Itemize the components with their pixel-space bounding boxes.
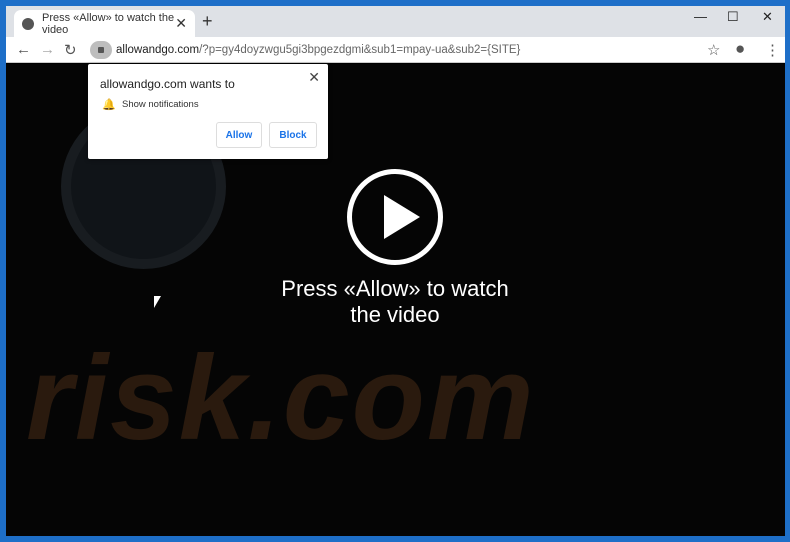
star-icon[interactable]: ☆: [707, 41, 720, 59]
allow-button[interactable]: Allow: [216, 122, 262, 148]
forward-button[interactable]: →: [40, 41, 55, 58]
popup-title: allowandgo.com wants to: [100, 77, 235, 91]
minimize-button[interactable]: —: [694, 9, 707, 24]
close-window-button[interactable]: ✕: [762, 9, 773, 25]
tab-close-icon[interactable]: ✕: [175, 15, 187, 32]
play-icon[interactable]: [347, 169, 443, 265]
lock-icon[interactable]: [90, 41, 112, 59]
bell-icon: 🔔: [102, 99, 116, 111]
reload-button[interactable]: ↻: [64, 41, 77, 59]
permission-label: Show notifications: [122, 99, 199, 110]
url-path: /?p=gy4doyzwgu5gi3bpgezdgmi&sub1=mpay-ua…: [199, 44, 521, 56]
popup-close-icon[interactable]: ✕: [308, 69, 320, 86]
address-bar[interactable]: allowandgo.com/?p=gy4doyzwgu5gi3bpgezdgm…: [90, 40, 714, 60]
tab-title: Press «Allow» to watch the video: [42, 11, 175, 36]
message-line-1: Press «Allow» to watch: [281, 276, 509, 301]
menu-icon[interactable]: ⋮: [765, 41, 780, 59]
notification-permission-popup: allowandgo.com wants to ✕ 🔔 Show notific…: [88, 64, 328, 159]
page-message: Press «Allow» to watch the video: [245, 276, 545, 328]
browser-window: Press «Allow» to watch the video ✕ + — ☐…: [6, 6, 785, 536]
new-tab-button[interactable]: +: [202, 11, 213, 32]
maximize-button[interactable]: ☐: [727, 9, 739, 25]
watermark: risk.com: [26, 331, 536, 465]
tab-strip: Press «Allow» to watch the video ✕ + — ☐…: [6, 6, 785, 37]
back-button[interactable]: ←: [16, 41, 31, 58]
globe-icon: [22, 17, 34, 30]
block-button[interactable]: Block: [269, 122, 317, 148]
message-line-2: the video: [350, 302, 440, 327]
toolbar: ← → ↻ allowandgo.com/?p=gy4doyzwgu5gi3bp…: [6, 37, 785, 63]
account-icon[interactable]: ●: [735, 39, 745, 59]
tab-active[interactable]: Press «Allow» to watch the video ✕: [14, 10, 195, 37]
mouse-cursor-icon: [154, 296, 161, 308]
url-domain: allowandgo.com: [116, 44, 200, 56]
